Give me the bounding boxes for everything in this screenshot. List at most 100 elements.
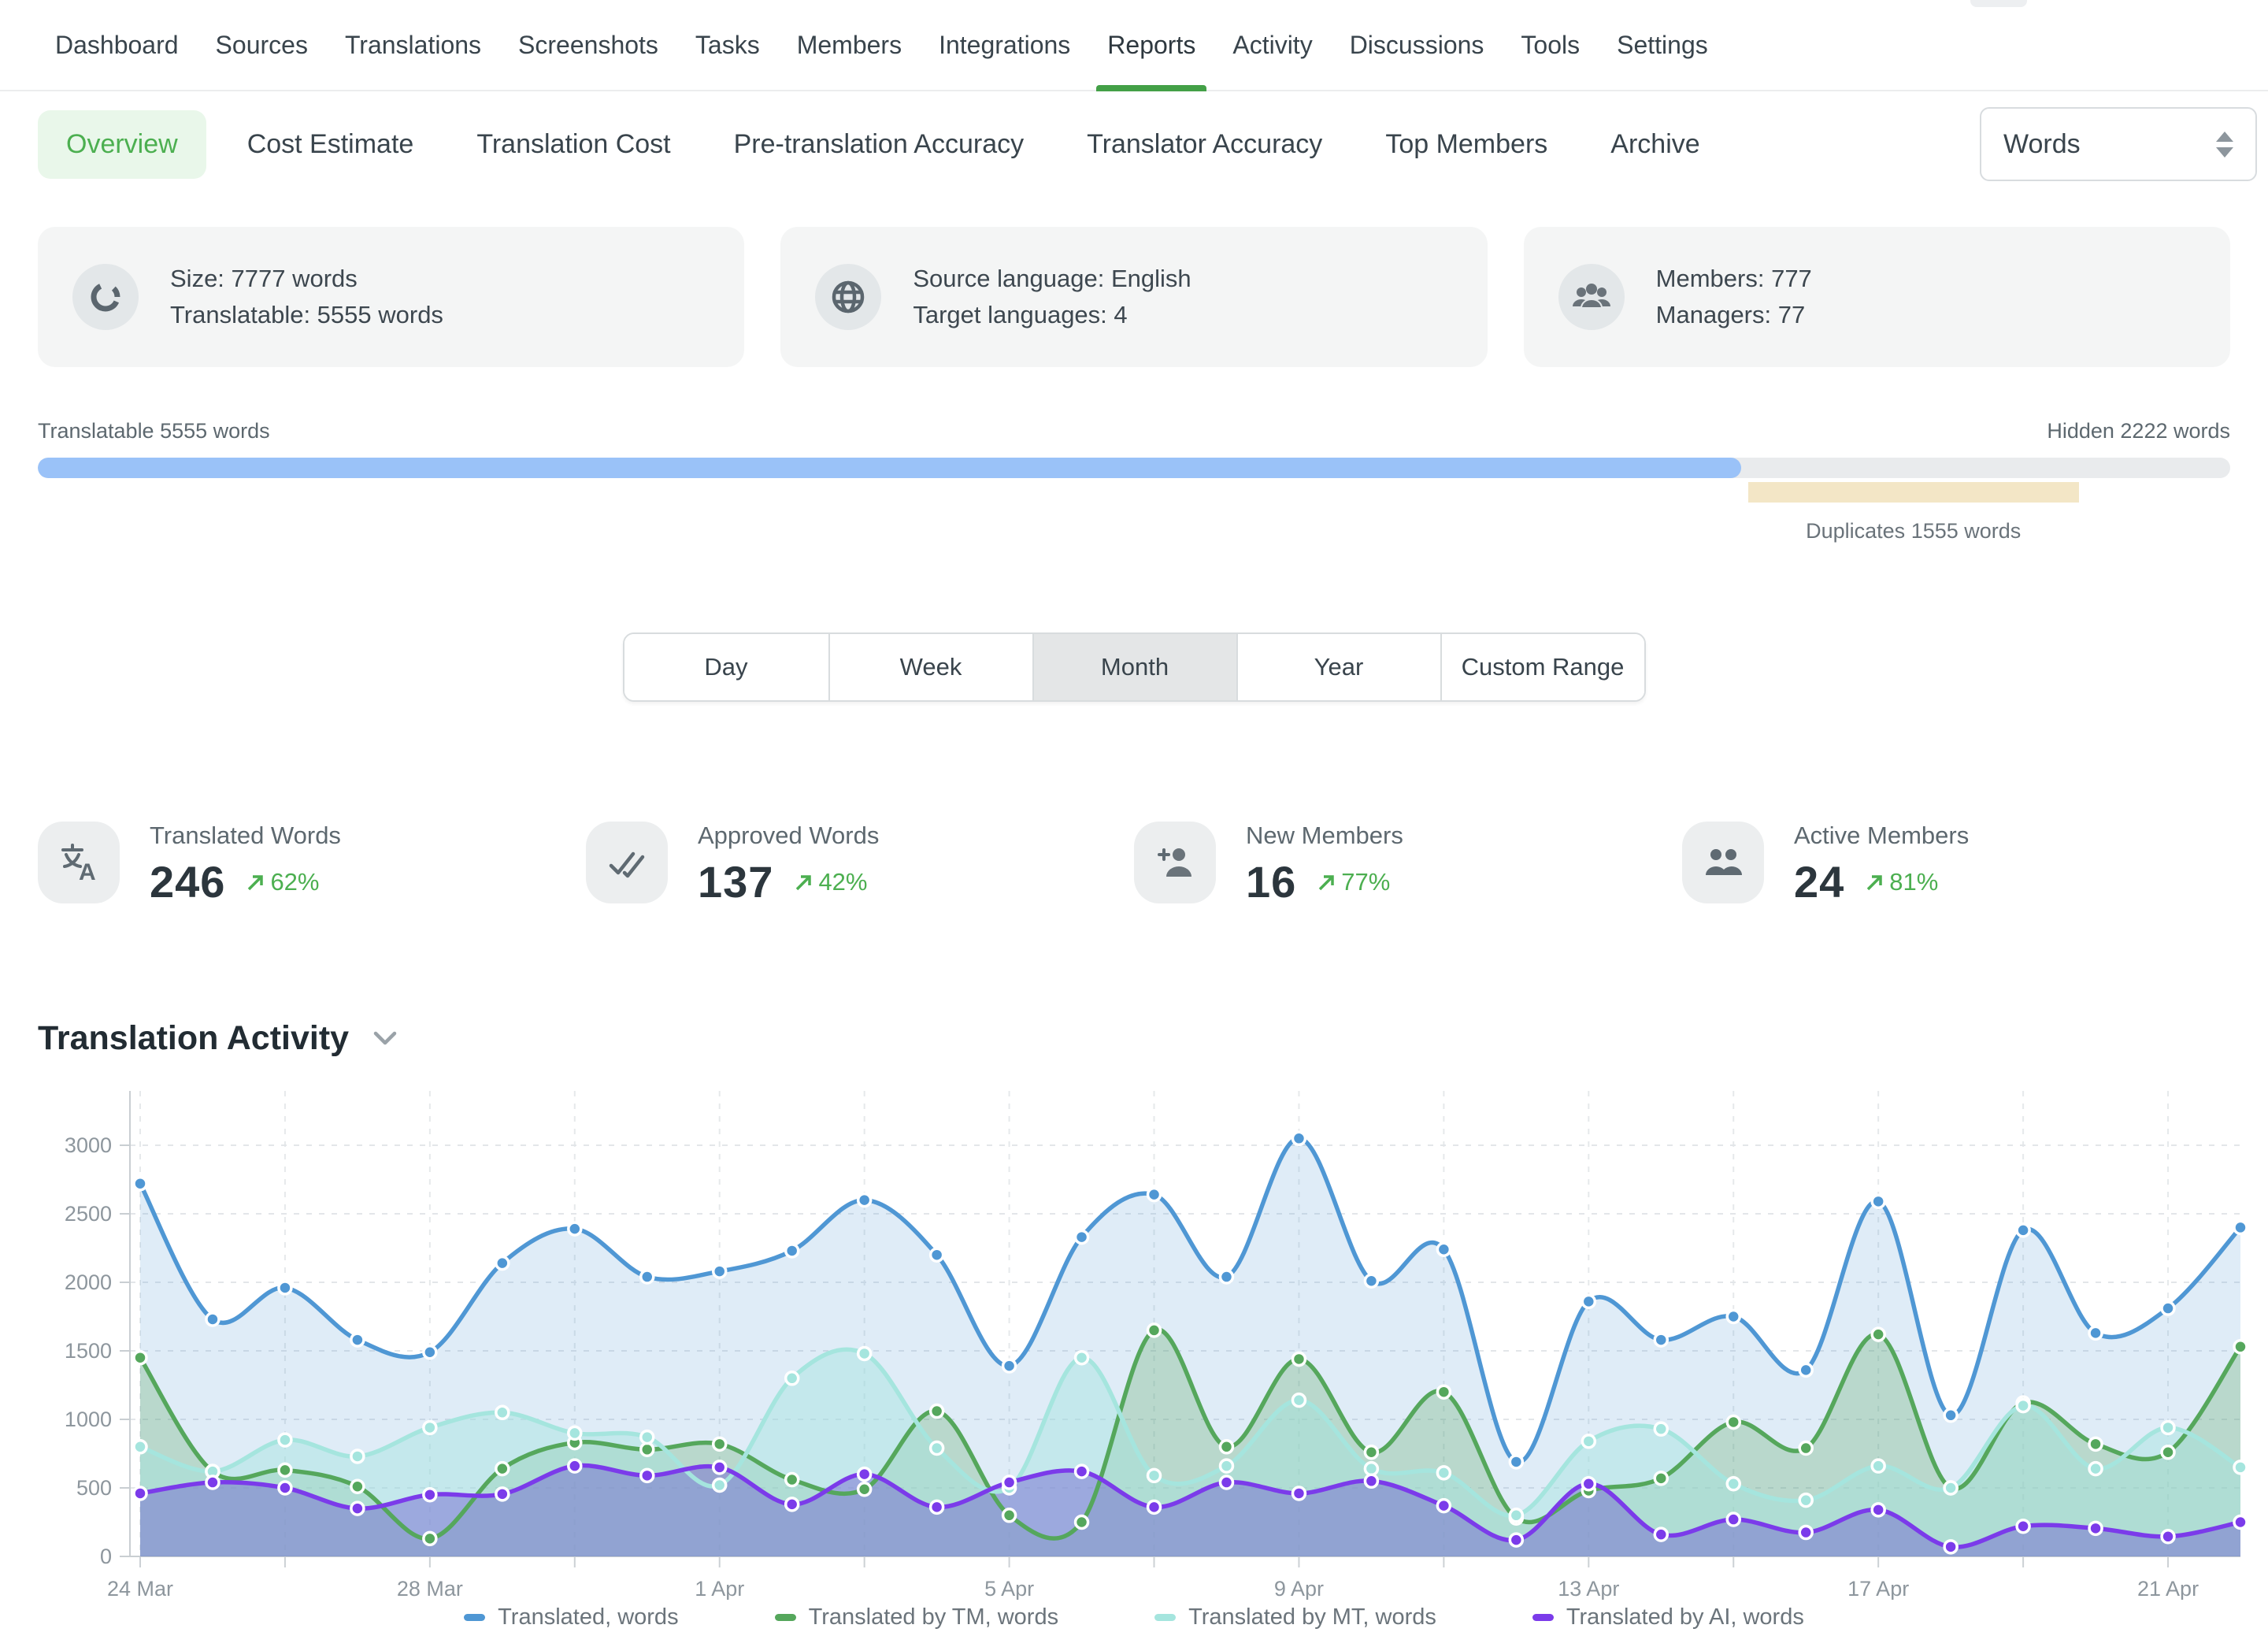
kpi-new-members: New Members 16 77% (1134, 822, 1682, 907)
activity-chart-svg: 05001000150020002500300024 Mar28 Mar1 Ap… (0, 1080, 2268, 1600)
duplicates-label: Duplicates 1555 words (1806, 519, 2021, 543)
card-translatable-line: Translatable: 5555 words (170, 297, 443, 333)
nav-item-settings[interactable]: Settings (1617, 31, 1708, 90)
svg-text:1500: 1500 (65, 1339, 112, 1363)
sync-icon (72, 264, 139, 330)
card-project-size: Size: 7777 words Translatable: 5555 word… (38, 227, 744, 367)
kpi-value: 16 (1246, 856, 1296, 907)
legend-label: Translated, words (498, 1604, 678, 1630)
nav-item-screenshots[interactable]: Screenshots (518, 31, 658, 90)
kpi-value: 24 (1794, 856, 1844, 907)
summary-cards: Size: 7777 words Translatable: 5555 word… (38, 227, 2230, 367)
members-group-icon (1558, 264, 1625, 330)
trend-up-icon (1317, 872, 1337, 892)
chart-legend: Translated, words Translated by TM, word… (0, 1604, 2268, 1630)
legend-swatch-translated (464, 1614, 485, 1621)
svg-text:500: 500 (76, 1476, 112, 1500)
nav-item-translations[interactable]: Translations (345, 31, 481, 90)
kpi-label: Active Members (1794, 822, 1969, 850)
section-title: Translation Activity (38, 1019, 349, 1058)
member-plus-icon (1134, 822, 1216, 903)
tab-translator-accuracy[interactable]: Translator Accuracy (1087, 129, 1322, 160)
nav-item-tools[interactable]: Tools (1521, 31, 1580, 90)
kpi-delta: 81% (1889, 868, 1938, 896)
svg-text:0: 0 (100, 1545, 112, 1568)
partial-element (1970, 0, 2027, 7)
nav-item-sources[interactable]: Sources (216, 31, 308, 90)
kpi-value: 137 (698, 856, 773, 907)
range-segmented-control: Day Week Month Year Custom Range (0, 632, 2268, 702)
kpi-label: New Members (1246, 822, 1403, 850)
svg-text:17 Apr: 17 Apr (1847, 1577, 1909, 1600)
kpi-delta: 62% (270, 868, 319, 896)
nav-item-reports[interactable]: Reports (1107, 31, 1195, 90)
tab-top-members[interactable]: Top Members (1385, 129, 1547, 160)
hidden-label: Hidden 2222 words (2047, 419, 2230, 443)
legend-swatch-mt (1154, 1614, 1176, 1621)
translatable-bar (38, 458, 1741, 478)
trend-up-icon (246, 872, 266, 892)
tab-translation-cost[interactable]: Translation Cost (476, 129, 670, 160)
trend-up-icon (1865, 872, 1885, 892)
nav-item-tasks[interactable]: Tasks (695, 31, 760, 90)
range-day-button[interactable]: Day (624, 634, 828, 700)
select-arrows-icon (2216, 132, 2233, 158)
kpi-translated-words: A Translated Words 246 62% (38, 822, 586, 907)
legend-translated-ai[interactable]: Translated by AI, words (1532, 1604, 1804, 1630)
duplicates-bar (1748, 482, 2079, 503)
nav-item-dashboard[interactable]: Dashboard (55, 31, 179, 90)
kpi-delta: 42% (818, 868, 867, 896)
range-custom-button[interactable]: Custom Range (1440, 634, 1644, 700)
legend-translated-mt[interactable]: Translated by MT, words (1154, 1604, 1436, 1630)
svg-text:1000: 1000 (65, 1408, 112, 1431)
range-month-button[interactable]: Month (1032, 634, 1236, 700)
nav-item-activity[interactable]: Activity (1232, 31, 1312, 90)
svg-text:3000: 3000 (65, 1133, 112, 1157)
kpi-active-members: Active Members 24 81% (1682, 822, 2230, 907)
svg-text:9 Apr: 9 Apr (1274, 1577, 1324, 1600)
translatable-label: Translatable 5555 words (38, 419, 270, 443)
globe-icon (815, 264, 881, 330)
tab-pretranslation-accuracy[interactable]: Pre-translation Accuracy (734, 129, 1025, 160)
nav-item-integrations[interactable]: Integrations (939, 31, 1070, 90)
progress-track (38, 458, 2230, 478)
svg-text:1 Apr: 1 Apr (695, 1577, 744, 1600)
svg-text:21 Apr: 21 Apr (2137, 1577, 2199, 1600)
legend-translated[interactable]: Translated, words (464, 1604, 678, 1630)
chevron-down-icon[interactable] (372, 1030, 398, 1048)
kpi-delta: 77% (1341, 868, 1390, 896)
legend-translated-tm[interactable]: Translated by TM, words (775, 1604, 1059, 1630)
kpi-row: A Translated Words 246 62% Approved Word… (38, 822, 2230, 907)
tab-overview[interactable]: Overview (38, 110, 206, 179)
svg-text:13 Apr: 13 Apr (1558, 1577, 1619, 1600)
svg-text:5 Apr: 5 Apr (984, 1577, 1034, 1600)
legend-label: Translated by AI, words (1566, 1604, 1804, 1630)
legend-swatch-tm (775, 1614, 796, 1621)
translate-icon: A (38, 822, 120, 903)
legend-label: Translated by MT, words (1188, 1604, 1436, 1630)
kpi-value: 246 (150, 856, 225, 907)
card-members-line: Members: 777 (1656, 261, 1812, 297)
kpi-label: Translated Words (150, 822, 341, 850)
card-target-languages-line: Target languages: 4 (913, 297, 1191, 333)
legend-label: Translated by TM, words (809, 1604, 1059, 1630)
range-year-button[interactable]: Year (1236, 634, 1440, 700)
nav-item-discussions[interactable]: Discussions (1350, 31, 1484, 90)
card-size-line: Size: 7777 words (170, 261, 443, 297)
legend-swatch-ai (1532, 1614, 1554, 1621)
members-icon (1682, 822, 1764, 903)
tab-archive[interactable]: Archive (1610, 129, 1699, 160)
report-tabs: Overview Cost Estimate Translation Cost … (0, 91, 2268, 178)
range-week-button[interactable]: Week (828, 634, 1032, 700)
svg-text:2500: 2500 (65, 1202, 112, 1226)
svg-text:24 Mar: 24 Mar (107, 1577, 173, 1600)
top-nav: Dashboard Sources Translations Screensho… (0, 0, 2268, 91)
nav-item-members[interactable]: Members (797, 31, 902, 90)
card-members: Members: 777 Managers: 77 (1524, 227, 2230, 367)
svg-text:28 Mar: 28 Mar (397, 1577, 463, 1600)
card-languages: Source language: English Target language… (780, 227, 1487, 367)
metric-select[interactable]: Words (1980, 107, 2257, 181)
tab-cost-estimate[interactable]: Cost Estimate (247, 129, 414, 160)
double-check-icon (586, 822, 668, 903)
card-source-language-line: Source language: English (913, 261, 1191, 297)
